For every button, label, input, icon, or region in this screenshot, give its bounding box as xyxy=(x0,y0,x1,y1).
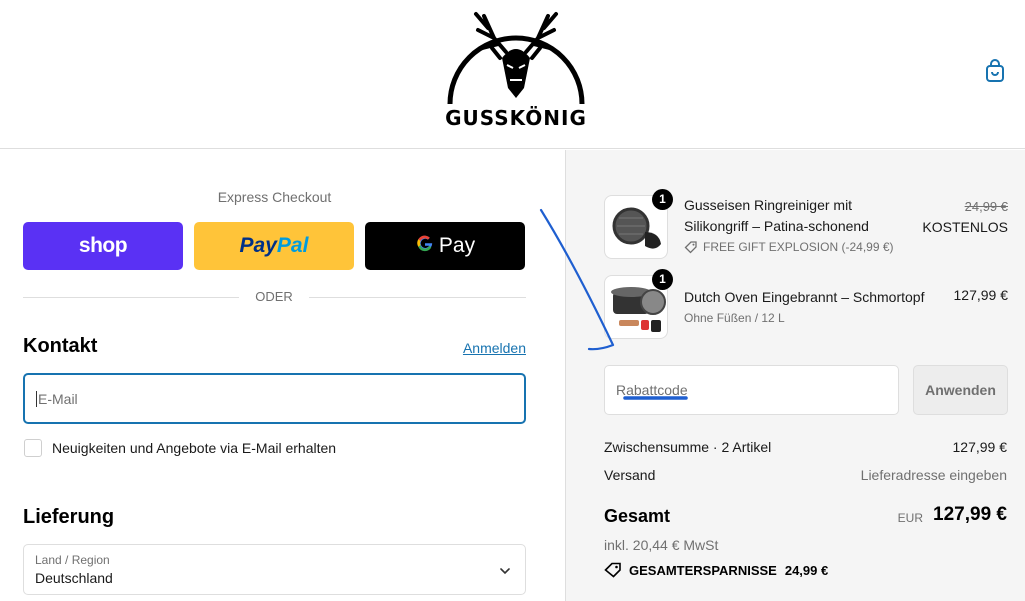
google-pay-button[interactable]: Pay xyxy=(365,222,525,270)
product-price: 127,99 € xyxy=(953,287,1009,303)
discount-tag-label: FREE GIFT EXPLOSION (-24,99 €) xyxy=(703,240,894,254)
login-link[interactable]: Anmelden xyxy=(440,340,526,356)
product-price: KOSTENLOS xyxy=(922,219,1008,235)
discount-code-field[interactable]: Rabattcode xyxy=(604,365,899,415)
total-savings: GESAMTERSPARNISSE 24,99 € xyxy=(604,562,828,578)
checkout-form: Express Checkout shop Pay Pal Pay ODER Ko… xyxy=(0,150,565,601)
stag-viking-logo-icon xyxy=(447,12,585,105)
total-label: Gesamt xyxy=(604,506,671,526)
paypal-button[interactable]: Pay Pal xyxy=(194,222,354,270)
currency-code: EUR xyxy=(897,511,923,525)
email-placeholder: E-Mail xyxy=(38,390,78,407)
google-g-icon xyxy=(415,233,435,259)
newsletter-label: Neuigkeiten und Angebote via E-Mail erha… xyxy=(52,440,337,456)
cart-line-item: 1 Gusseisen Ringreiniger mit Silikongrif… xyxy=(604,189,1008,259)
original-price: 24,99 € xyxy=(964,199,1008,214)
shop-pay-button[interactable]: shop xyxy=(23,222,183,270)
google-pay-label: Pay xyxy=(438,234,476,257)
savings-label: GESAMTERSPARNISSE xyxy=(629,562,777,578)
order-summary: 1 Gusseisen Ringreiniger mit Silikongrif… xyxy=(565,150,1025,601)
text-caret xyxy=(36,390,37,407)
header: GUSSKÖNIG xyxy=(0,0,1025,149)
email-field[interactable]: E-Mail xyxy=(23,373,526,424)
divider-label: ODER xyxy=(239,289,309,304)
newsletter-checkbox[interactable] xyxy=(24,439,42,457)
shipping-label: Versand xyxy=(604,467,656,483)
country-select-label: Land / Region xyxy=(35,553,110,567)
shop-pay-label: shop xyxy=(78,234,128,257)
product-name-line1: Gusseisen Ringreiniger mit xyxy=(684,197,853,213)
product-variant: Ohne Füßen / 12 L xyxy=(684,311,785,325)
subtotal-label: Zwischensumme · 2 Artikel xyxy=(604,439,772,455)
savings-value: 24,99 € xyxy=(784,562,829,578)
cart-line-item: 1 Dutch Oven Eingebrannt – Schmortopf Oh… xyxy=(604,269,1009,339)
tag-icon xyxy=(604,562,621,578)
subtotal-value: 127,99 € xyxy=(952,439,1008,455)
shopping-bag-icon xyxy=(986,59,1004,82)
paypal-label-part2: Pal xyxy=(276,234,309,257)
shipping-value: Lieferadresse eingeben xyxy=(860,467,1007,483)
total-value: 127,99 € xyxy=(933,504,1007,525)
delivery-title: Lieferung xyxy=(23,506,115,528)
express-checkout-title: Express Checkout xyxy=(217,189,332,205)
country-select-value: Deutschland xyxy=(35,570,113,586)
quantity-badge: 1 xyxy=(652,189,673,210)
paypal-label-part1: Pay xyxy=(239,234,277,257)
brand-logo[interactable]: GUSSKÖNIG xyxy=(436,8,596,130)
tax-note: inkl. 20,44 € MwSt xyxy=(604,537,719,553)
product-name-line2: Silikongriff – Patina-schonend xyxy=(684,218,869,234)
quantity-badge: 1 xyxy=(652,269,673,290)
cart-button[interactable] xyxy=(982,58,1008,84)
contact-title: Kontakt xyxy=(23,335,98,357)
product-name: Dutch Oven Eingebrannt – Schmortopf xyxy=(684,289,925,305)
tag-icon xyxy=(684,241,697,254)
chevron-down-icon xyxy=(500,568,510,575)
brand-wordmark: GUSSKÖNIG xyxy=(445,106,587,130)
country-select[interactable]: Land / Region Deutschland xyxy=(23,544,526,595)
discount-tag: FREE GIFT EXPLOSION (-24,99 €) xyxy=(684,240,894,254)
discount-code-placeholder: Rabattcode xyxy=(616,382,688,398)
apply-discount-button[interactable]: Anwenden xyxy=(913,365,1008,415)
